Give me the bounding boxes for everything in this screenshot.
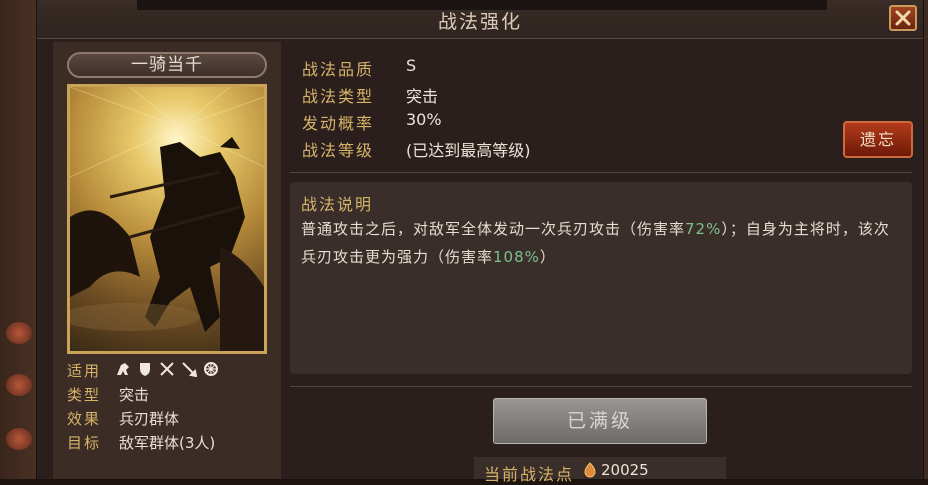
skill-description-box: 战法说明 普通攻击之后，对敌军全体发动一次兵刃攻击（伤害率72%）；自身为主将时… bbox=[290, 182, 912, 374]
description-text-part: 普通攻击之后，对敌军全体发动一次兵刃攻击（伤害率 bbox=[301, 220, 686, 238]
info-value: S bbox=[406, 56, 417, 75]
close-button[interactable] bbox=[889, 5, 917, 31]
info-value: 30% bbox=[406, 110, 442, 129]
close-icon bbox=[895, 10, 911, 26]
stat-label: 效果 bbox=[67, 410, 102, 428]
description-text: 普通攻击之后，对敌军全体发动一次兵刃攻击（伤害率72%）；自身为主将时，该次兵刃… bbox=[301, 215, 901, 271]
skill-points-value: 20025 bbox=[601, 461, 649, 479]
shield-icon bbox=[140, 363, 150, 376]
cavalry-icon bbox=[117, 363, 129, 375]
info-label: 战法类型 bbox=[302, 87, 375, 106]
background-ornament bbox=[6, 374, 32, 396]
skill-card-panel: 一骑当千 适用 类型 突击 效果 兵刃群体 目标 敌军群体(3人) bbox=[53, 42, 281, 479]
stat-label: 适用 bbox=[67, 362, 102, 380]
skill-points-label: 当前战法点 bbox=[484, 465, 575, 484]
skill-enhance-window: 战法强化 一骑当千 适用 类型 突击 效果 兵刃群体 目标 敌军群体(3人) 战… bbox=[37, 0, 923, 484]
stat-value: 敌军群体(3人) bbox=[119, 434, 216, 452]
max-level-button[interactable]: 已满级 bbox=[493, 398, 707, 444]
divider bbox=[290, 172, 912, 173]
crossed-swords-icon bbox=[160, 362, 174, 376]
info-value: (已达到最高等级) bbox=[406, 141, 531, 160]
damage-rate-value: 72% bbox=[685, 220, 722, 238]
wheel-icon bbox=[204, 362, 218, 376]
skill-point-icon bbox=[584, 462, 596, 478]
background-left bbox=[0, 0, 40, 479]
damage-rate-value: 108% bbox=[493, 248, 540, 266]
background-ornament bbox=[6, 428, 32, 450]
stat-row-effect: 效果 兵刃群体 bbox=[67, 408, 277, 432]
description-text-part: ） bbox=[539, 248, 556, 266]
cavalry-charge-illustration bbox=[70, 87, 264, 351]
background-ornament bbox=[6, 322, 32, 344]
spear-icon bbox=[182, 362, 197, 377]
info-label: 发动概率 bbox=[302, 114, 375, 133]
skill-info: 战法品质 S 战法类型 突击 发动概率 30% 战法等级 (已达到最高等级) bbox=[302, 56, 842, 166]
divider bbox=[290, 386, 912, 387]
forget-button[interactable]: 遗忘 bbox=[843, 121, 913, 158]
stat-row-applicable: 适用 bbox=[67, 360, 277, 384]
stat-value: 兵刃群体 bbox=[119, 410, 180, 428]
skill-points-bar: 当前战法点 20025 bbox=[474, 457, 726, 484]
info-label: 战法等级 bbox=[302, 141, 375, 160]
stat-value: 突击 bbox=[119, 386, 150, 404]
window-title: 战法强化 bbox=[437, 11, 522, 33]
skill-name: 一骑当千 bbox=[67, 52, 267, 78]
info-label: 战法品质 bbox=[302, 60, 375, 79]
stat-label: 目标 bbox=[67, 434, 102, 452]
info-value: 突击 bbox=[406, 87, 439, 106]
stat-row-type: 类型 突击 bbox=[67, 384, 277, 408]
stat-label: 类型 bbox=[67, 386, 102, 404]
title-bar: 战法强化 bbox=[37, 0, 923, 39]
skill-card-image bbox=[67, 84, 267, 354]
stat-row-target: 目标 敌军群体(3人) bbox=[67, 432, 277, 456]
description-title: 战法说明 bbox=[301, 195, 374, 214]
